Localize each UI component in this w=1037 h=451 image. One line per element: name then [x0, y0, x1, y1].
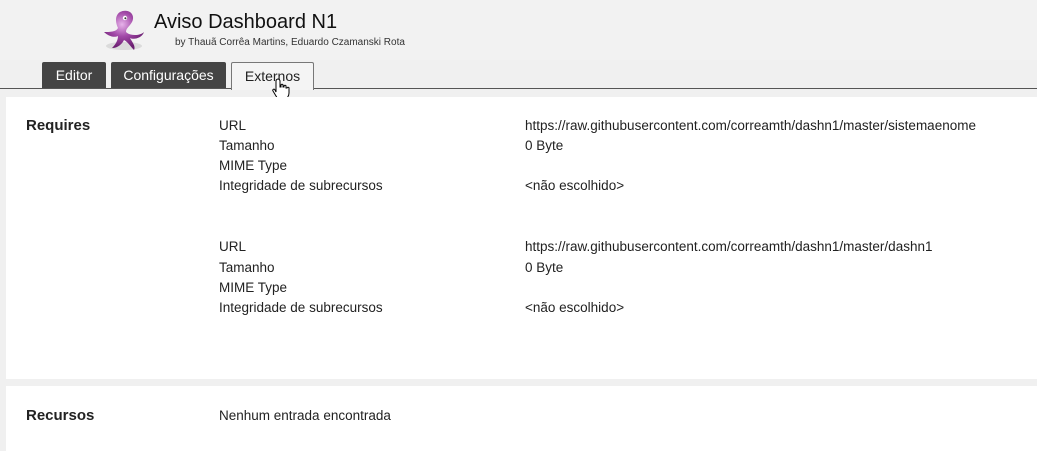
size-label: Tamanho — [219, 138, 275, 153]
tab-divider — [0, 88, 1037, 89]
integrity-value: <não escolhido> — [525, 300, 625, 315]
resources-panel: Recursos Nenhum entrada encontrada — [6, 386, 1037, 451]
app-title: Aviso Dashboard N1 — [154, 11, 338, 33]
requires-panel: Requires URL https://raw.githubuserconte… — [6, 97, 1037, 379]
app-header: Aviso Dashboard N1 by Thauã Corrêa Marti… — [0, 0, 1037, 60]
url-label: URL — [219, 118, 247, 133]
url-label: URL — [219, 239, 247, 254]
tab-editor[interactable]: Editor — [42, 62, 106, 88]
integrity-value: <não escolhido> — [525, 178, 625, 193]
size-value: 0 Byte — [525, 260, 564, 275]
url-value[interactable]: https://raw.githubusercontent.com/correa… — [525, 239, 932, 254]
size-value: 0 Byte — [525, 138, 564, 153]
tab-configuracoes[interactable]: Configurações — [111, 62, 226, 88]
mime-label: MIME Type — [219, 280, 288, 295]
integrity-label: Integridade de subrecursos — [219, 178, 383, 193]
requires-title: Requires — [26, 117, 91, 134]
octopus-logo-icon — [104, 10, 144, 51]
url-value[interactable]: https://raw.githubusercontent.com/correa… — [525, 118, 976, 133]
resources-title: Recursos — [26, 407, 95, 424]
size-label: Tamanho — [219, 260, 275, 275]
app-author: by Thauã Corrêa Martins, Eduardo Czamans… — [175, 37, 405, 48]
resources-empty-text: Nenhum entrada encontrada — [219, 408, 391, 423]
mime-label: MIME Type — [219, 158, 288, 173]
integrity-label: Integridade de subrecursos — [219, 300, 383, 315]
